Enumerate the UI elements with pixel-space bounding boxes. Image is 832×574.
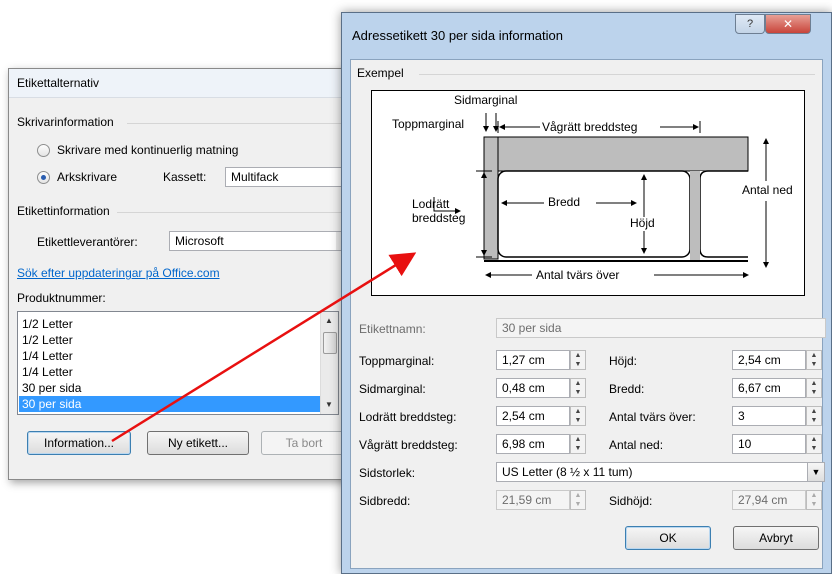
annotation-arrow	[111, 252, 417, 443]
